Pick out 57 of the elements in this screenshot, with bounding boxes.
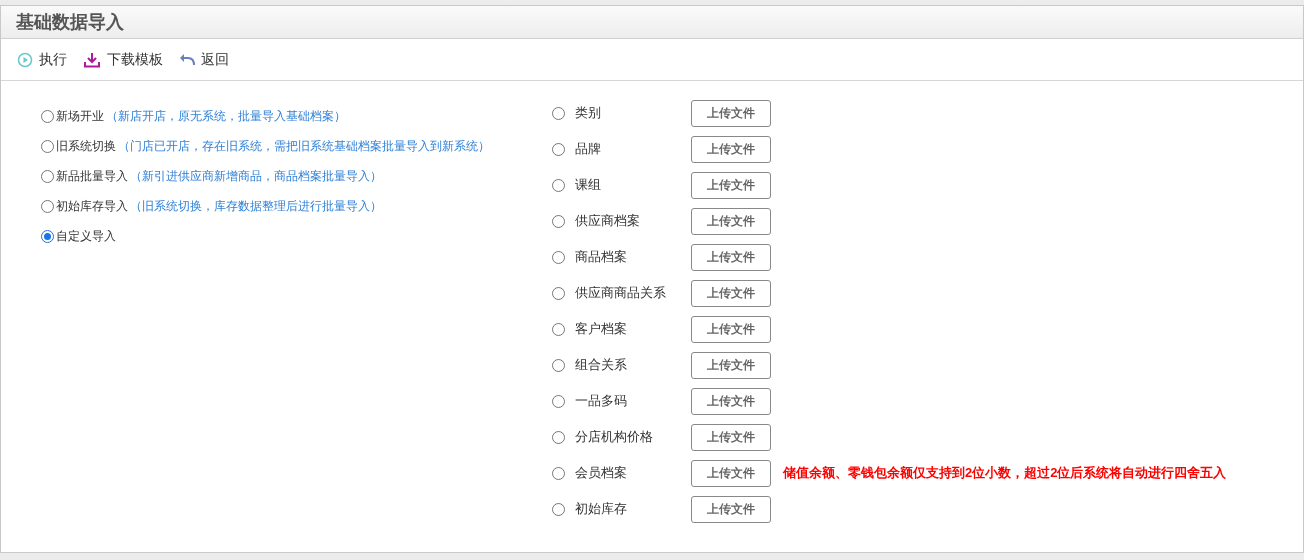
mode-note: （门店已开店，存在旧系统，需把旧系统基础档案批量导入到新系统） [118, 138, 490, 155]
back-arrow-icon [179, 52, 195, 67]
radio-button[interactable] [552, 430, 565, 444]
mode-label: 旧系统切换 [56, 138, 116, 155]
mode-label: 新品批量导入 [56, 168, 128, 185]
mode-note: （新店开店，原无系统，批量导入基础档案） [106, 108, 346, 125]
upload-button[interactable]: 上传文件 [691, 387, 771, 415]
radio-button[interactable] [552, 106, 565, 120]
item-label: 供应商档案 [575, 212, 641, 231]
upload-button[interactable]: 上传文件 [691, 315, 771, 343]
radio-button[interactable] [552, 358, 565, 372]
toolbar-button[interactable]: 执行 [17, 49, 67, 70]
item-label: 课组 [575, 176, 602, 195]
radio-button[interactable] [552, 394, 565, 408]
radio-button[interactable] [552, 502, 565, 516]
mode-label: 新场开业 [56, 108, 104, 125]
radio-button[interactable] [552, 142, 565, 156]
toolbar-button[interactable]: 返回 [179, 49, 229, 70]
radio-button[interactable] [41, 139, 54, 153]
warning-text: 储值余额、零钱包余额仅支持到2位小数，超过2位后系统将自动进行四舍五入 [783, 464, 1227, 483]
radio-button[interactable] [552, 322, 565, 336]
upload-button[interactable]: 上传文件 [691, 459, 771, 487]
window-title: 基础数据导入 [16, 10, 124, 34]
radio-button[interactable] [552, 250, 565, 264]
upload-button[interactable]: 上传文件 [691, 423, 771, 451]
mode-label: 自定义导入 [56, 228, 116, 245]
radio-button[interactable] [41, 199, 54, 213]
item-label: 客户档案 [575, 320, 628, 339]
radio-button[interactable] [552, 286, 565, 300]
upload-button[interactable]: 上传文件 [691, 207, 771, 235]
radio-button[interactable] [552, 178, 565, 192]
item-label: 初始库存 [575, 500, 628, 519]
upload-button[interactable]: 上传文件 [691, 243, 771, 271]
upload-button[interactable]: 上传文件 [691, 495, 771, 523]
item-label: 类别 [575, 104, 602, 123]
toolbar-button[interactable]: 下载模板 [83, 49, 163, 70]
item-label: 商品档案 [575, 248, 628, 267]
play-icon [17, 51, 33, 68]
mode-note: （旧系统切换，库存数据整理后进行批量导入） [130, 198, 382, 215]
download-icon [83, 51, 101, 68]
upload-button[interactable]: 上传文件 [691, 351, 771, 379]
item-label: 供应商商品关系 [575, 284, 667, 303]
upload-button[interactable]: 上传文件 [691, 171, 771, 199]
radio-button[interactable] [41, 109, 54, 123]
upload-button[interactable]: 上传文件 [691, 135, 771, 163]
item-label: 一品多码 [575, 392, 628, 411]
radio-button[interactable] [552, 214, 565, 228]
mode-label: 初始库存导入 [56, 198, 128, 215]
item-label: 品牌 [575, 140, 602, 159]
item-label: 组合关系 [575, 356, 628, 375]
upload-button[interactable]: 上传文件 [691, 279, 771, 307]
radio-button[interactable] [41, 169, 54, 183]
item-label: 分店机构价格 [575, 428, 654, 447]
radio-button[interactable] [552, 466, 565, 480]
mode-note: （新引进供应商新增商品，商品档案批量导入） [130, 168, 382, 185]
item-label: 会员档案 [575, 464, 628, 483]
upload-button[interactable]: 上传文件 [691, 99, 771, 127]
